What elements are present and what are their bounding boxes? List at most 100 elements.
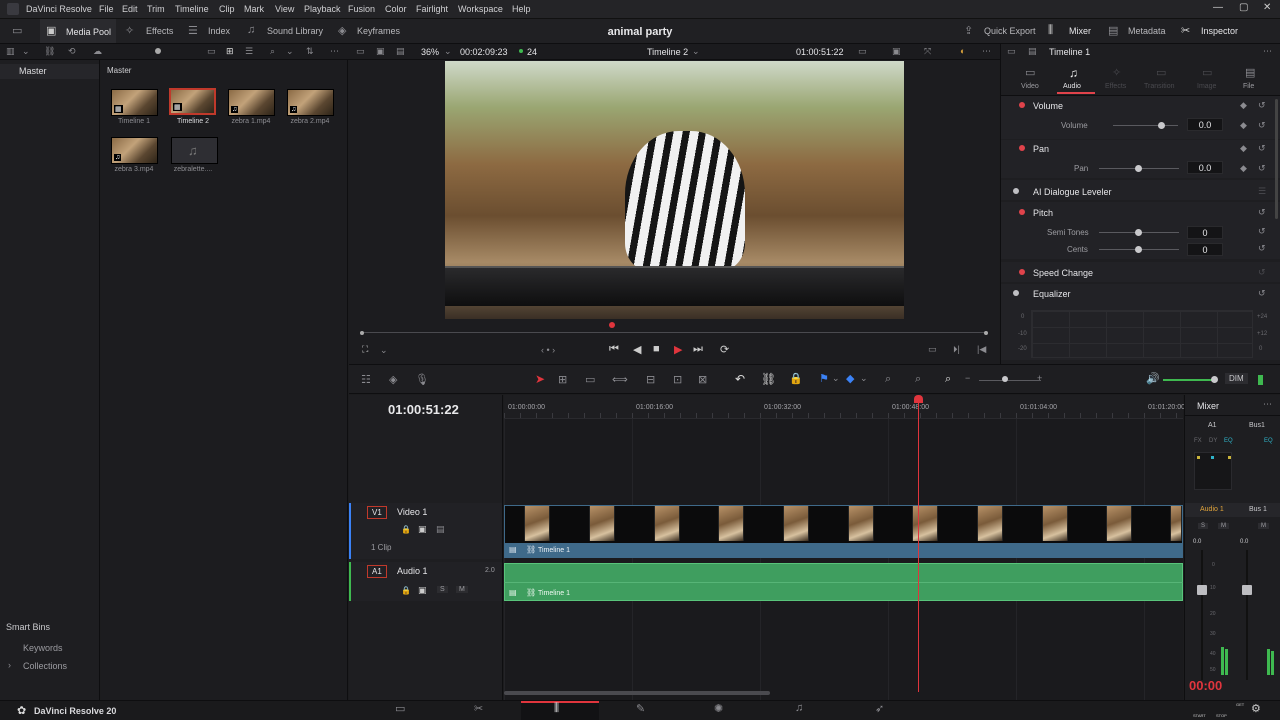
speed-change-enable-dot[interactable] <box>1019 269 1025 275</box>
tracks-icon[interactable]: ◈ <box>389 373 397 386</box>
reset-icon[interactable]: ↺ <box>1258 267 1266 278</box>
reset-icon[interactable]: ↺ <box>1258 120 1266 131</box>
clip-zebra-2[interactable]: ♫ <box>287 89 334 116</box>
page-cut-icon[interactable]: ✂ <box>474 702 483 715</box>
effects-button[interactable]: Effects <box>146 26 173 36</box>
cents-slider-knob[interactable] <box>1135 246 1142 253</box>
flag-icon[interactable]: ⚑ <box>819 372 829 385</box>
zoom-out-icon[interactable]: − <box>965 373 970 383</box>
trim-tool-icon[interactable]: ⊞ <box>558 373 567 386</box>
pan-value[interactable]: 0.0 <box>1187 161 1223 174</box>
volume-enable-dot[interactable] <box>1019 102 1025 108</box>
mixer-button[interactable]: Mixer <box>1069 26 1091 36</box>
fader-track-bus[interactable] <box>1246 550 1248 680</box>
keyframe-icon[interactable]: ◆ <box>1240 163 1247 174</box>
lock-icon[interactable]: 🔒 <box>789 372 803 385</box>
next-clip-icon[interactable]: |◀ <box>977 344 986 355</box>
keyframe-icon[interactable]: ◆ <box>1240 120 1247 131</box>
menu-playback[interactable]: Playback <box>304 4 341 14</box>
smart-bin-keywords[interactable]: Keywords <box>23 643 63 653</box>
playhead-handle[interactable] <box>914 395 923 403</box>
tab-audio[interactable]: Audio <box>1063 83 1081 90</box>
smart-bin-collections[interactable]: Collections <box>23 661 67 671</box>
zoom-slider-knob[interactable] <box>1002 376 1008 382</box>
volume-value[interactable]: 0.0 <box>1187 118 1223 131</box>
menu-color[interactable]: Color <box>385 4 407 14</box>
mixer-solo[interactable]: S <box>1198 523 1209 529</box>
clip-timeline-1[interactable]: ▦ <box>111 89 158 116</box>
menu-file[interactable]: File <box>99 4 114 14</box>
crop-icon[interactable]: ⛶ <box>362 344 368 355</box>
media-pool-button[interactable]: ▣ Media Pool <box>40 19 116 43</box>
jog-icon[interactable]: ‹ • › <box>541 345 555 355</box>
chevron-down-icon[interactable]: ⌄ <box>444 46 452 57</box>
chevron-down-icon[interactable]: ⌄ <box>860 373 868 384</box>
chevron-down-icon[interactable]: ⌄ <box>692 46 700 57</box>
link-icon[interactable]: ⛓ <box>44 46 55 57</box>
split-icon[interactable]: ▤ <box>1028 46 1037 57</box>
equalizer-enable-dot[interactable] <box>1013 290 1019 296</box>
insert-icon[interactable]: ⊟ <box>646 373 655 386</box>
auto-select-icon[interactable]: ▣ <box>418 524 427 535</box>
more-options-icon[interactable]: ⋯ <box>330 46 339 57</box>
clip-timeline-2[interactable]: ▦ <box>169 88 216 115</box>
cents-value[interactable]: 0 <box>1187 243 1223 256</box>
menu-help[interactable]: Help <box>512 4 531 14</box>
list-view-icon[interactable]: ☰ <box>245 46 253 57</box>
reset-icon[interactable]: ↺ <box>1258 288 1266 299</box>
play-icon[interactable]: ▶ <box>674 343 682 356</box>
tab-video[interactable]: Video <box>1021 83 1039 90</box>
chevron-down-icon[interactable]: ⌄ <box>380 345 388 356</box>
quick-export-button[interactable]: Quick Export <box>984 26 1036 36</box>
menu-clip[interactable]: Clip <box>219 4 235 14</box>
pan-enable-dot[interactable] <box>1019 145 1025 151</box>
thumb-size-slider[interactable] <box>155 48 161 54</box>
chevron-down-icon[interactable]: ⌄ <box>22 46 30 57</box>
panel-toggle-icon[interactable]: ▥ <box>6 46 15 57</box>
search-icon[interactable]: ⌕ <box>270 46 275 57</box>
chevron-right-icon[interactable]: › <box>8 660 11 670</box>
ruler[interactable] <box>504 395 1183 419</box>
prev-clip-icon[interactable]: ⏵| <box>953 344 960 355</box>
overwrite-icon[interactable]: ⊡ <box>673 373 682 386</box>
pitch-enable-dot[interactable] <box>1019 209 1025 215</box>
monitor-icon[interactable]: ▣ <box>892 46 901 57</box>
zoom-level[interactable]: 36% <box>421 47 439 57</box>
clip-zebra-3[interactable]: ♫ <box>111 137 158 164</box>
range-tool-icon[interactable]: ⟺ <box>612 373 628 386</box>
mixer-mute[interactable]: M <box>1218 523 1229 529</box>
page-deliver-icon[interactable]: ➶ <box>875 702 884 715</box>
audio-track-name[interactable]: Audio 1 <box>397 566 428 576</box>
video-track-name[interactable]: Video 1 <box>397 507 427 517</box>
volume-slider-track[interactable] <box>1113 125 1178 126</box>
mixer-fx[interactable]: FX <box>1194 438 1202 444</box>
ai-leveler-label[interactable]: AI Dialogue Leveler <box>1033 187 1112 197</box>
chevron-down-icon[interactable]: ⌄ <box>832 373 840 384</box>
speaker-icon[interactable]: 🔊 <box>1146 372 1160 385</box>
workspace-icon[interactable]: ▭ <box>12 24 22 37</box>
settings-gear-icon[interactable]: ⚙ <box>1251 702 1261 715</box>
monitor-volume-knob[interactable] <box>1211 376 1218 383</box>
solo-button[interactable]: S <box>437 586 448 593</box>
disable-video-icon[interactable]: ▤ <box>436 524 445 535</box>
menu-davinci[interactable]: DaVinci Resolve <box>26 4 92 14</box>
monitor-volume-track[interactable] <box>1163 379 1215 381</box>
select-tool-icon[interactable]: ➤ <box>535 372 545 386</box>
menu-mark[interactable]: Mark <box>244 4 264 14</box>
inspector-button[interactable]: Inspector <box>1201 26 1238 36</box>
keyframe-icon[interactable]: ◆ <box>1240 143 1247 154</box>
menu-fusion[interactable]: Fusion <box>348 4 375 14</box>
cloud-icon[interactable]: ☁ <box>93 46 102 57</box>
index-button[interactable]: Index <box>208 26 230 36</box>
reset-icon[interactable]: ↺ <box>1258 100 1266 111</box>
page-color-icon[interactable]: ✺ <box>714 702 723 715</box>
blade-tool-icon[interactable]: ▭ <box>585 373 595 386</box>
viewer-layout-icon[interactable]: ▭ <box>356 46 365 57</box>
tab-file[interactable]: File <box>1243 83 1254 90</box>
mixer-dy[interactable]: DY <box>1209 438 1217 444</box>
mixer-eq[interactable]: EQ <box>1224 438 1233 444</box>
metadata-button[interactable]: Metadata <box>1128 26 1166 36</box>
timeline-playhead[interactable] <box>918 396 919 692</box>
fader-knob[interactable] <box>1197 585 1207 595</box>
mixer-mute-bus[interactable]: M <box>1258 523 1269 529</box>
